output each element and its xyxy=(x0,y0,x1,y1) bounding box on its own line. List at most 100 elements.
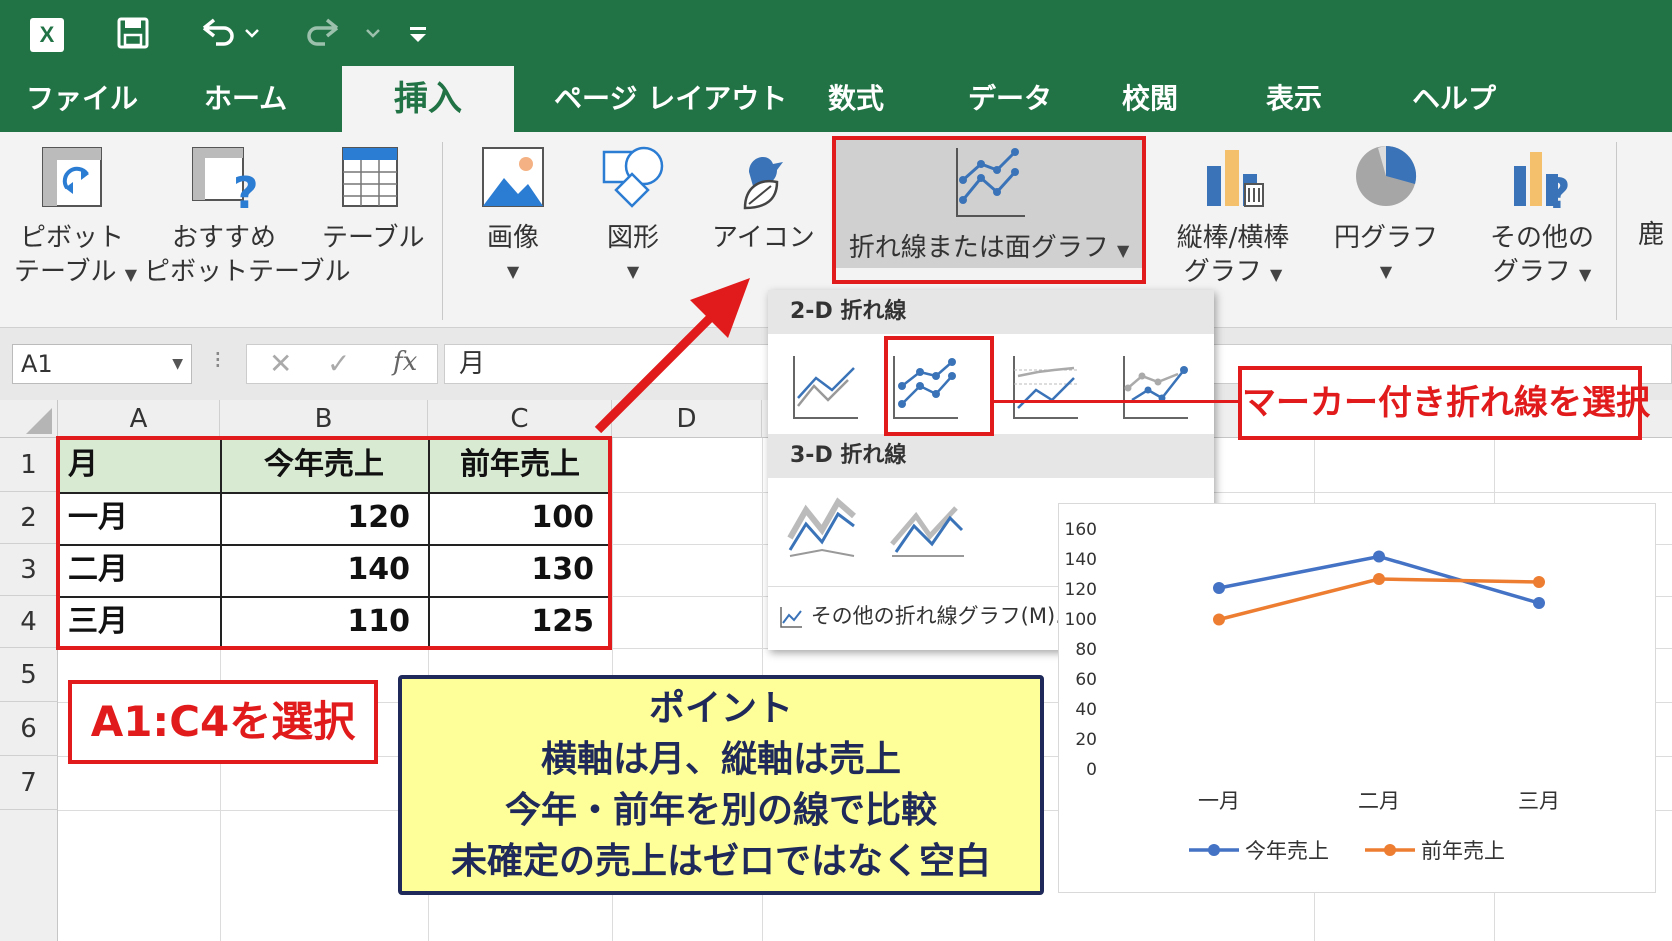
data-point[interactable] xyxy=(1373,573,1385,585)
point-note: ポイント 横軸は月、縦軸は売上 今年・前年を別の線で比較 未確定の売上はゼロでは… xyxy=(398,675,1044,895)
marker-option-highlight xyxy=(884,336,994,436)
title-bar: X xyxy=(0,0,1672,66)
legend-marker-2 xyxy=(1384,844,1396,856)
3d-line-icon xyxy=(787,497,856,557)
red-arrow-icon xyxy=(594,278,750,434)
chevron-down-icon: ▼ xyxy=(124,265,138,284)
3d-line-variant-option[interactable] xyxy=(886,490,970,564)
ribbon-tabs: ファイル ホーム 挿入 ページ レイアウト 数式 データ 校閲 表示 ヘルプ xyxy=(0,66,1672,132)
more-line-charts-option[interactable]: その他の折れ線グラフ(M)... xyxy=(778,596,1075,636)
legend-label-2: 前年売上 xyxy=(1421,839,1505,863)
stacked-line-markers-option[interactable] xyxy=(1118,350,1192,424)
ribbon-separator xyxy=(1616,142,1617,320)
y-tick-label: 100 xyxy=(1065,610,1097,630)
shapes-button[interactable]: 図形 ▼ xyxy=(590,142,676,289)
tab-help[interactable]: ヘルプ xyxy=(1412,66,1496,132)
customize-icon[interactable] xyxy=(406,10,430,56)
table-button[interactable]: テーブル xyxy=(322,142,425,255)
chevron-down-icon: ▼ xyxy=(1269,265,1283,284)
row-header-5[interactable]: 5 xyxy=(0,648,58,702)
row-header-2[interactable]: 2 xyxy=(0,492,58,544)
svg-text:?: ? xyxy=(233,168,259,212)
tab-data[interactable]: データ xyxy=(968,66,1052,132)
recommended-pivot-icon: ? xyxy=(192,147,259,219)
section-2d-line: 2-D 折れ線 xyxy=(768,290,1214,334)
tab-file[interactable]: ファイル xyxy=(26,66,138,132)
name-box[interactable]: A1 ▼ xyxy=(12,344,192,384)
y-tick-label: 40 xyxy=(1075,700,1097,720)
selection-range-highlight xyxy=(56,436,612,650)
table-label: テーブル xyxy=(322,223,425,253)
select-marker-callout: マーカー付き折れ線を選択 xyxy=(1238,366,1650,440)
data-point[interactable] xyxy=(1213,613,1225,626)
line-chart-option[interactable] xyxy=(788,350,862,424)
column-header-a[interactable]: A xyxy=(58,400,220,438)
recommended-pivot-label-1: おすすめ xyxy=(171,223,276,253)
line-chart[interactable]: 0 20 40 60 80 100 120 140 160 一月 二月 三月 今年売上 前年売上 xyxy=(1058,503,1656,893)
tab-review[interactable]: 校閲 xyxy=(1122,66,1178,132)
x-tick-label: 二月 xyxy=(1358,789,1400,813)
select-all-corner[interactable] xyxy=(0,400,58,438)
icons-button[interactable]: アイコン xyxy=(712,142,815,255)
cancel-icon[interactable]: ✕ xyxy=(269,347,292,380)
more-dots-icon: ⁝ xyxy=(214,346,222,374)
series-line-2[interactable] xyxy=(1218,577,1540,622)
image-label: 画像 xyxy=(486,223,539,253)
x-tick-label: 一月 xyxy=(1198,789,1240,813)
data-point[interactable] xyxy=(1213,582,1225,594)
formula-buttons: ✕ ✓ fx xyxy=(246,344,438,384)
tab-home[interactable]: ホーム xyxy=(204,66,287,132)
tab-formulas[interactable]: 数式 xyxy=(828,66,884,132)
column-header-c[interactable]: C xyxy=(428,400,612,438)
shapes-label: 図形 xyxy=(606,223,659,253)
y-tick-label: 0 xyxy=(1086,760,1097,780)
other-charts-button[interactable]: ? その他の グラフ ▼ xyxy=(1486,140,1598,292)
row-header-3[interactable]: 3 xyxy=(0,544,58,596)
legend-label-1: 今年売上 xyxy=(1245,839,1329,863)
y-tick-label: 120 xyxy=(1065,580,1097,600)
point-line-3: 未確定の売上はゼロではなく空白 xyxy=(450,841,991,882)
data-point[interactable] xyxy=(1533,576,1545,588)
recommended-pivot-button[interactable]: ? おすすめ ピボットテーブル xyxy=(144,142,350,289)
tab-insert[interactable]: 挿入 xyxy=(342,66,514,132)
undo-icon[interactable] xyxy=(196,10,266,56)
pie-chart-icon xyxy=(1356,145,1417,206)
stacked-line-option[interactable] xyxy=(1008,350,1082,424)
stacked-line-markers-icon xyxy=(1123,356,1188,419)
image-icon xyxy=(482,147,544,207)
3d-line-option[interactable] xyxy=(782,490,866,564)
legend-marker-1 xyxy=(1208,844,1220,856)
pie-chart-label: 円グラフ xyxy=(1334,223,1439,253)
pivot-table-button[interactable]: ピボット テーブル ▼ xyxy=(14,142,137,292)
more-line-charts-label: その他の折れ線グラフ(M)... xyxy=(810,604,1076,628)
bar-chart-label-1: 縦棒/横棒 xyxy=(1176,223,1290,253)
name-box-value: A1 xyxy=(21,350,53,378)
cut-off-ribbon-item[interactable]: 鹿 xyxy=(1638,218,1672,252)
y-tick-label: 160 xyxy=(1065,520,1097,540)
image-button[interactable]: 画像 ▼ xyxy=(470,142,556,289)
data-point[interactable] xyxy=(1373,550,1385,563)
row-header-1[interactable]: 1 xyxy=(0,438,58,492)
svg-text:?: ? xyxy=(1546,169,1570,212)
pie-chart-button[interactable]: 円グラフ ▼ xyxy=(1334,140,1438,289)
function-icon[interactable]: fx xyxy=(393,347,417,377)
point-title: ポイント xyxy=(648,688,793,729)
bar-chart-button[interactable]: 縦棒/横棒 グラフ ▼ xyxy=(1166,140,1300,292)
icons-label: アイコン xyxy=(712,223,815,253)
row-header-6[interactable]: 6 xyxy=(0,702,58,756)
data-point[interactable] xyxy=(1533,597,1545,609)
tab-view[interactable]: 表示 xyxy=(1266,66,1322,132)
redo-icon[interactable] xyxy=(300,10,386,56)
enter-icon[interactable]: ✓ xyxy=(327,347,350,380)
column-header-b[interactable]: B xyxy=(220,400,428,438)
ribbon-separator xyxy=(442,142,443,320)
row-header-4[interactable]: 4 xyxy=(0,596,58,648)
bar-chart-icon xyxy=(1207,150,1264,207)
point-line-1: 横軸は月、縦軸は売上 xyxy=(540,739,901,780)
row-header-rest xyxy=(0,810,58,941)
row-header-7[interactable]: 7 xyxy=(0,756,58,810)
other-charts-icon: ? xyxy=(1514,152,1570,218)
tab-page-layout[interactable]: ページ レイアウト xyxy=(554,66,787,132)
save-icon[interactable] xyxy=(110,10,156,56)
line-chart-svg: 0 20 40 60 80 100 120 140 160 一月 二月 三月今年売上 前年売上 xyxy=(1065,520,1560,863)
